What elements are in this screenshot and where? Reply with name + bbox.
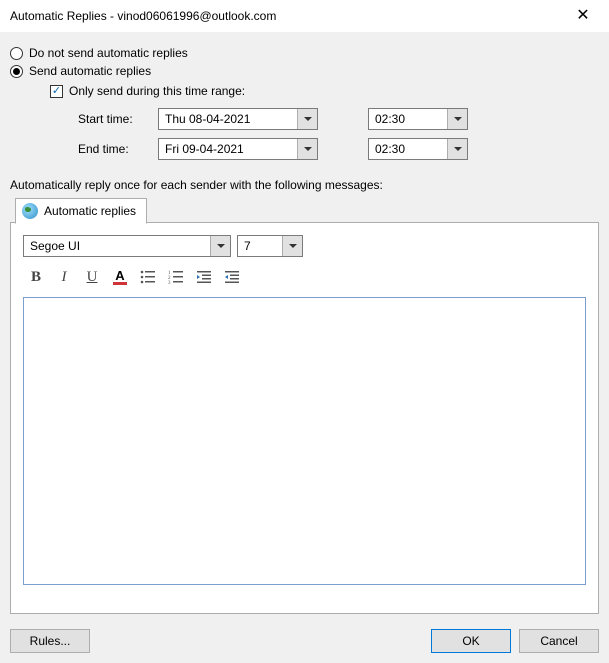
italic-button[interactable]: I bbox=[51, 265, 77, 289]
end-time-combo[interactable]: 02:30 bbox=[368, 138, 468, 160]
numbered-list-button[interactable]: 123 bbox=[163, 265, 189, 289]
start-time-value: 02:30 bbox=[369, 109, 447, 129]
option-send[interactable]: Send automatic replies bbox=[10, 64, 599, 78]
message-editor[interactable] bbox=[23, 297, 586, 585]
chevron-down-icon bbox=[447, 139, 467, 159]
end-time-value: 02:30 bbox=[369, 139, 447, 159]
increase-indent-button[interactable] bbox=[219, 265, 245, 289]
window-title: Automatic Replies - vinod06061996@outloo… bbox=[10, 9, 276, 23]
end-time-label: End time: bbox=[78, 142, 158, 156]
only-during-range[interactable]: ✓ Only send during this time range: bbox=[50, 84, 599, 98]
tab-panel: Segoe UI 7 B I U A 123 bbox=[10, 222, 599, 614]
chevron-down-icon bbox=[297, 109, 317, 129]
start-time-combo[interactable]: 02:30 bbox=[368, 108, 468, 130]
close-button[interactable]: ✕ bbox=[563, 8, 603, 24]
font-size-combo[interactable]: 7 bbox=[237, 235, 303, 257]
end-date-value: Fri 09-04-2021 bbox=[159, 139, 297, 159]
svg-text:3: 3 bbox=[168, 281, 171, 285]
option-do-not-send[interactable]: Do not send automatic replies bbox=[10, 46, 599, 60]
font-name-value: Segoe UI bbox=[24, 236, 210, 256]
option-label: Send automatic replies bbox=[29, 64, 151, 78]
font-name-combo[interactable]: Segoe UI bbox=[23, 235, 231, 257]
radio-icon bbox=[10, 65, 23, 78]
instruction-text: Automatically reply once for each sender… bbox=[10, 178, 599, 192]
chevron-down-icon bbox=[210, 236, 230, 256]
cancel-button[interactable]: Cancel bbox=[519, 629, 599, 653]
bold-button[interactable]: B bbox=[23, 265, 49, 289]
tab-automatic-replies[interactable]: Automatic replies bbox=[15, 198, 147, 224]
font-color-button[interactable]: A bbox=[107, 265, 133, 289]
chevron-down-icon bbox=[447, 109, 467, 129]
bulleted-list-button[interactable] bbox=[135, 265, 161, 289]
globe-icon bbox=[22, 203, 38, 219]
decrease-indent-button[interactable] bbox=[191, 265, 217, 289]
chevron-down-icon bbox=[282, 236, 302, 256]
ok-button[interactable]: OK bbox=[431, 629, 511, 653]
font-size-value: 7 bbox=[238, 236, 282, 256]
end-date-combo[interactable]: Fri 09-04-2021 bbox=[158, 138, 318, 160]
title-bar: Automatic Replies - vinod06061996@outloo… bbox=[0, 0, 609, 32]
chevron-down-icon bbox=[297, 139, 317, 159]
rules-button[interactable]: Rules... bbox=[10, 629, 90, 653]
start-date-value: Thu 08-04-2021 bbox=[159, 109, 297, 129]
radio-icon bbox=[10, 47, 23, 60]
checkbox-icon: ✓ bbox=[50, 85, 63, 98]
tab-label: Automatic replies bbox=[44, 204, 136, 218]
checkbox-label: Only send during this time range: bbox=[69, 84, 245, 98]
start-date-combo[interactable]: Thu 08-04-2021 bbox=[158, 108, 318, 130]
underline-button[interactable]: U bbox=[79, 265, 105, 289]
option-label: Do not send automatic replies bbox=[29, 46, 188, 60]
start-time-label: Start time: bbox=[78, 112, 158, 126]
